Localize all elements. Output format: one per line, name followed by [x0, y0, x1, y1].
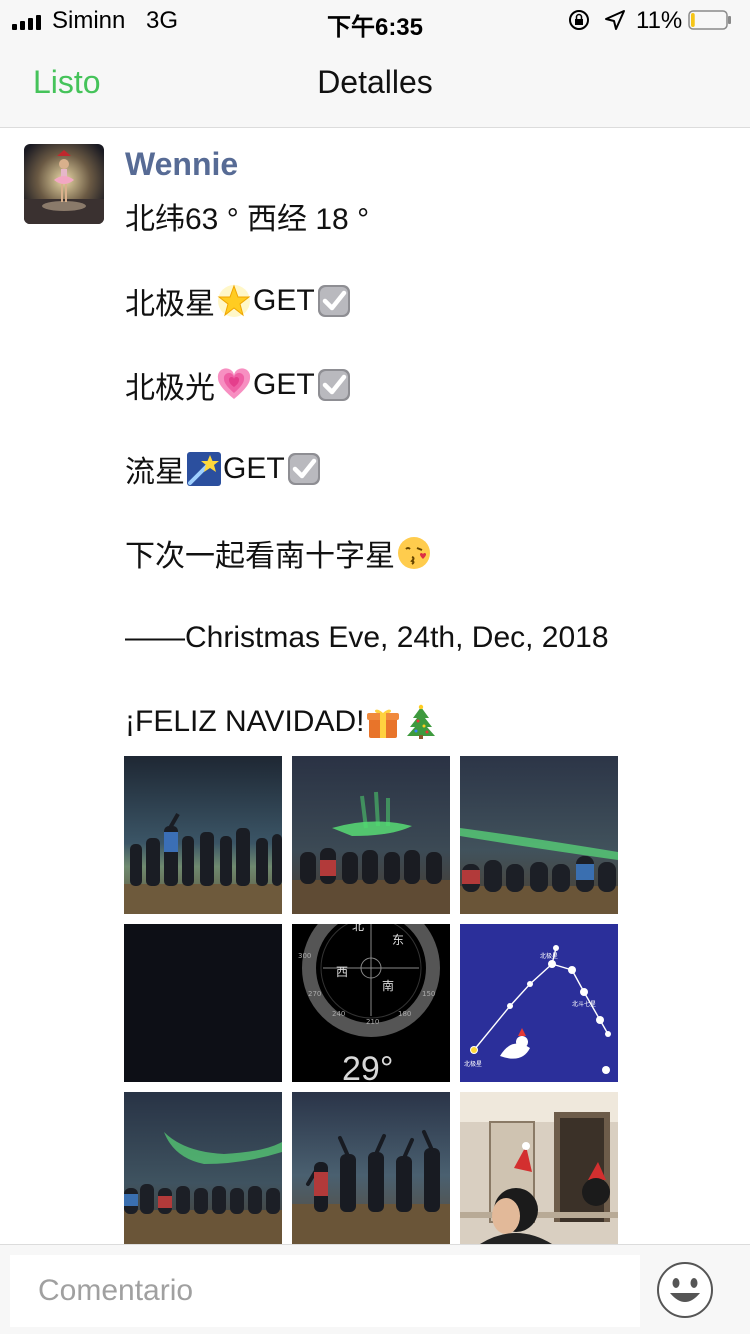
post-text: 流星 [125, 456, 185, 489]
emoji-smiley-icon[interactable] [656, 1261, 714, 1319]
post-line-greeting: ¡FELIZ NAVIDAD! [125, 702, 440, 742]
post-line-coordinates: 北纬63 ° 西经 18 ° [125, 196, 369, 236]
post-text: 下次一起看南十字星 [125, 540, 395, 573]
constellation-label: 北斗七星 [572, 1000, 596, 1008]
post-text: 北极光 [125, 372, 215, 405]
post-line-polaris: 北极星 GET [125, 281, 353, 321]
photo-thumbnail[interactable] [124, 756, 282, 914]
photo-thumbnail[interactable]: 北极星 北斗七星 北极星 [460, 924, 618, 1082]
photo-thumbnail[interactable] [460, 756, 618, 914]
post-text: 北极星 [125, 288, 215, 321]
navigation-bar: Listo Detalles [0, 40, 750, 128]
rotation-lock-icon [569, 10, 589, 30]
post-author[interactable]: Wennie [125, 146, 238, 183]
growing-heart-icon [217, 368, 251, 399]
check-box-icon [317, 285, 350, 317]
compass-label: 东 [392, 933, 404, 947]
check-box-icon [287, 453, 320, 485]
constellation-label: 北极星 [540, 952, 558, 960]
post-line-date: ——Christmas Eve, 24th, Dec, 2018 [125, 618, 609, 658]
christmas-tree-icon [407, 704, 436, 739]
compass-label: 南 [382, 978, 394, 993]
compass-degree: 210 [366, 1018, 379, 1026]
compass-degree: 150 [422, 990, 435, 998]
compass-degree: 180 [398, 1010, 411, 1018]
gift-icon [367, 709, 400, 738]
glowing-star-icon [217, 284, 251, 317]
compass-reading: 29° [342, 1050, 393, 1082]
face-blowing-kiss-icon [398, 537, 430, 569]
photo-thumbnail[interactable] [460, 1092, 618, 1250]
photo-thumbnail[interactable] [124, 1092, 282, 1250]
compass-label: 西 [336, 965, 348, 979]
location-arrow-icon [605, 10, 625, 30]
post-text: ¡FELIZ NAVIDAD! [125, 705, 365, 738]
photo-thumbnail[interactable] [292, 756, 450, 914]
photo-thumbnail[interactable]: 北 东 西 南 300 270 240 210 180 150 29° [292, 924, 450, 1082]
battery-icon [688, 10, 731, 30]
compass-degree: 240 [332, 1010, 345, 1018]
avatar[interactable] [24, 144, 104, 224]
photo-thumbnail[interactable] [124, 924, 282, 1082]
shooting-star-icon [187, 452, 221, 486]
photo-thumbnail[interactable] [292, 1092, 450, 1250]
constellation-label: 北极星 [464, 1060, 482, 1068]
check-box-icon [317, 369, 350, 401]
post-line-meteor: 流星 GET [125, 449, 323, 489]
post-text: 北纬63 ° 西经 18 ° [125, 203, 370, 236]
battery-percent: 11% [636, 7, 683, 34]
status-bar: Siminn 3G 下午6:35 11% [0, 0, 750, 41]
post-text: GET [253, 284, 315, 317]
compass-label: 北 [352, 924, 364, 933]
compass-degree: 270 [308, 990, 321, 998]
post-line-southern-cross: 下次一起看南十字星 [125, 533, 433, 573]
post-line-aurora: 北极光 GET [125, 365, 353, 405]
post-text: GET [253, 368, 315, 401]
comment-input[interactable] [10, 1255, 640, 1327]
page-title: Detalles [317, 64, 433, 100]
compass-degree: 300 [298, 952, 311, 960]
comment-bar [0, 1244, 750, 1334]
post-text: GET [223, 452, 285, 485]
post-text: ——Christmas Eve, 24th, Dec, 2018 [125, 621, 609, 654]
